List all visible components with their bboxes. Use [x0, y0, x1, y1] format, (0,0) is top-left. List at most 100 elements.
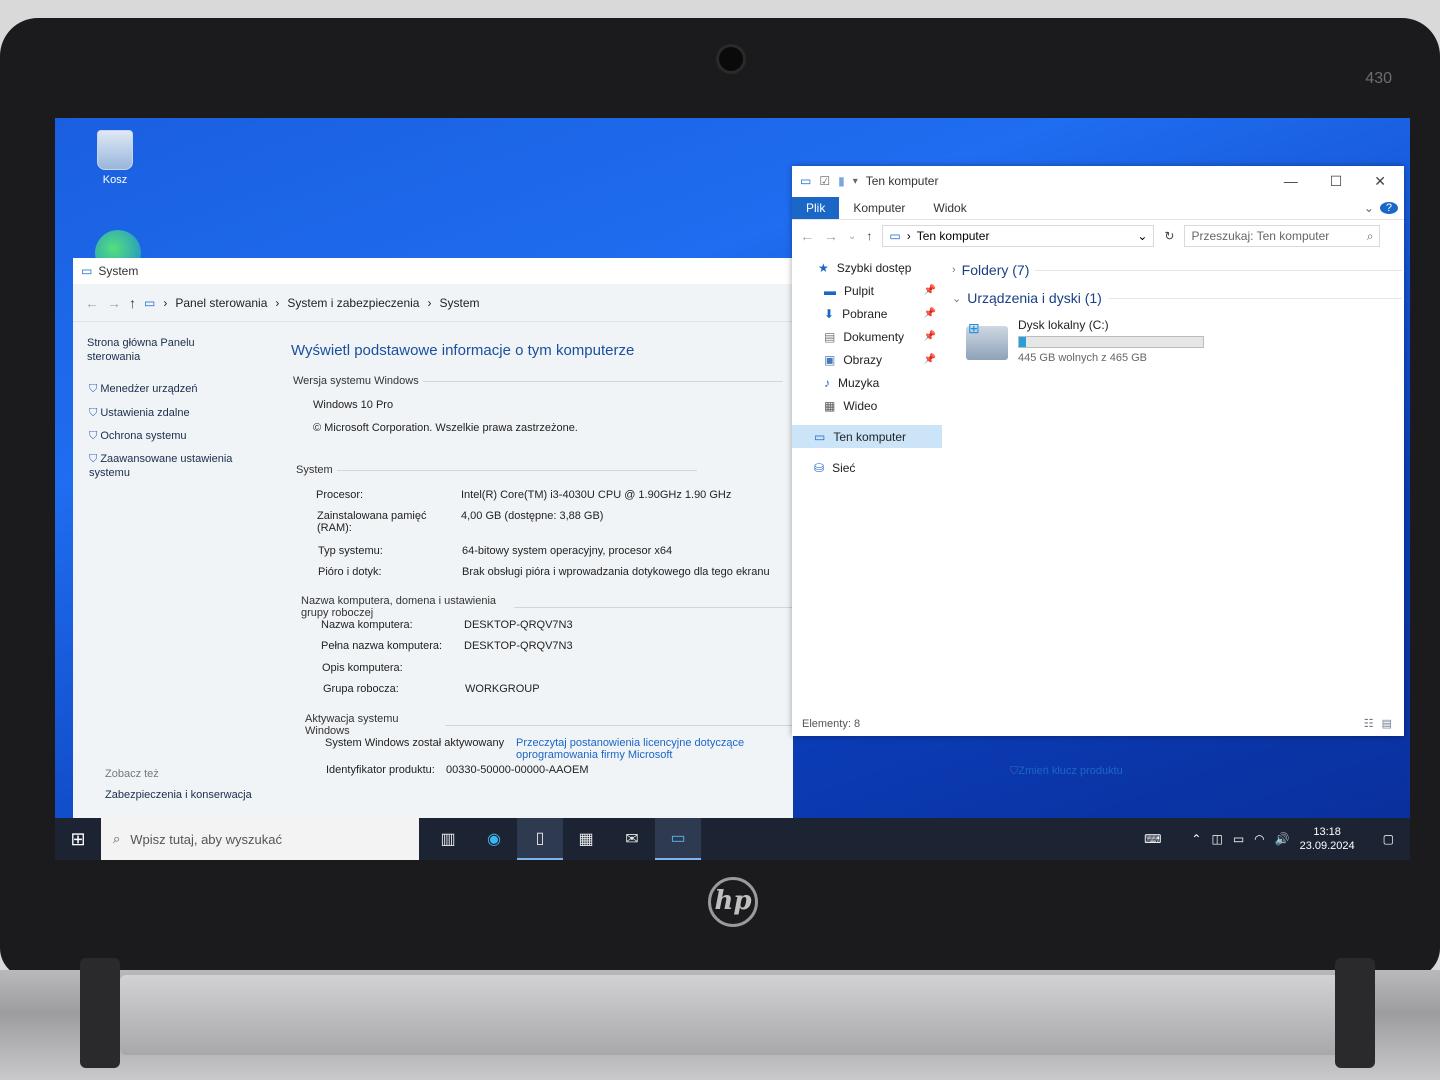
mail-icon: ✉ [625, 831, 639, 848]
nav-music[interactable]: ♪ Muzyka [792, 371, 942, 394]
drive-usage-bar [1018, 336, 1204, 348]
up-button[interactable]: ↑ [129, 295, 136, 311]
system-address-bar: ← → ↑ ▭ › Panel sterowania › System i za… [73, 284, 793, 322]
back-button[interactable]: ← [800, 228, 814, 244]
chevron-down-icon[interactable]: ▾ [853, 176, 858, 187]
expand-ribbon-icon[interactable]: ⌄ [1358, 201, 1380, 215]
back-button[interactable]: ← [85, 295, 99, 311]
screen: Kosz ▭ System ← → ↑ ▭ › Panel sterowania… [55, 118, 1410, 860]
security-maintenance-link[interactable]: Zabezpieczenia i konserwacja [105, 788, 252, 802]
clock-date: 23.09.2024 [1299, 840, 1355, 852]
task-view-button[interactable]: ▥ [425, 818, 471, 860]
tab-file[interactable]: Plik [792, 196, 840, 219]
pen-touch-label: Pióro i dotyk: [318, 566, 382, 578]
address-box[interactable]: ▭ › Ten komputer ⌄ [882, 225, 1155, 247]
system-type-label: Typ systemu: [318, 545, 383, 557]
task-view-icon: ▥ [440, 831, 456, 848]
volume-icon[interactable]: 🔊 [1275, 832, 1290, 846]
details-view-icon[interactable]: ☷ [1364, 717, 1374, 730]
devices-group-header[interactable]: ⌄ Urządzenia i dyski (1) [952, 284, 1402, 312]
large-icons-view-icon[interactable]: ▤ [1382, 717, 1392, 730]
explorer-window: ▭ ☑ ▮ ▾ Ten komputer — ☐ ✕ Plik Komputer… [792, 166, 1404, 736]
remote-settings-link[interactable]: ⛉ Ustawienia zdalne [89, 406, 190, 420]
description-label: Opis komputera: [322, 662, 403, 674]
nav-desktop[interactable]: ▬ Pulpit 📌 [792, 279, 942, 302]
processor-value: Intel(R) Core(TM) i3-4030U CPU @ 1.90GHz… [461, 489, 732, 501]
recent-dropdown-icon[interactable]: ⌄ [848, 231, 856, 242]
nav-videos[interactable]: ▦ Wideo [792, 394, 942, 417]
activation-status: System Windows został aktywowany [325, 737, 505, 749]
edge-button[interactable]: ◉ [471, 818, 517, 860]
change-product-key-link[interactable]: ⛉Zmień klucz produktu [1010, 765, 1123, 778]
mail-button[interactable]: ✉ [609, 818, 655, 860]
shield-icon: ⛉ [89, 407, 101, 419]
explorer-titlebar: ▭ ☑ ▮ ▾ Ten komputer — ☐ ✕ [792, 166, 1404, 196]
show-hidden-icons-button[interactable]: ⌃ [1191, 832, 1201, 846]
edition-section-header: Wersja systemu Windows [293, 375, 783, 387]
notification-icon[interactable]: ▢ [1383, 832, 1394, 846]
search-input[interactable]: Przeszukaj: Ten komputer ⌕ [1184, 225, 1381, 247]
breadcrumb-system[interactable]: System [439, 296, 479, 310]
tab-computer[interactable]: Komputer [839, 197, 919, 219]
system-protection-link[interactable]: ⛉ Ochrona systemu [89, 429, 187, 443]
refresh-icon[interactable]: ↻ [1164, 229, 1174, 243]
workgroup-value: WORKGROUP [465, 683, 540, 695]
advanced-settings-link[interactable]: ⛉ Zaawansowane ustawienia systemu [89, 452, 259, 480]
computer-name-value: DESKTOP-QRQV7N3 [464, 619, 573, 631]
folder-icon: ▯ [535, 830, 545, 847]
nav-network[interactable]: ⛁ Sieć [792, 456, 942, 479]
nav-downloads[interactable]: ⬇ Pobrane 📌 [792, 302, 942, 325]
drive-c[interactable]: ⊞ Dysk lokalny (C:) 445 GB wolnych z 465… [966, 318, 1402, 364]
folders-group-header[interactable]: › Foldery (7) [952, 256, 1402, 284]
search-icon: ⌕ [1366, 228, 1374, 243]
license-terms-link[interactable]: Przeczytaj postanowienia licencyjne doty… [516, 737, 793, 761]
activation-section-header: Aktywacja systemu Windows [305, 713, 793, 737]
file-explorer-button[interactable]: ▯ [517, 818, 563, 860]
computer-name-label: Nazwa komputera: [321, 619, 413, 631]
nav-quick-access[interactable]: ★ Szybki dostęp [792, 256, 942, 279]
wifi-icon[interactable]: ◠ [1254, 832, 1264, 846]
music-icon: ♪ [824, 375, 830, 390]
store-button[interactable]: ▦ [563, 818, 609, 860]
control-panel-home-link[interactable]: Strona główna Panelu sterowania [87, 336, 217, 364]
breadcrumb-control-panel[interactable]: Panel sterowania [175, 296, 267, 310]
product-id-value: 00330-50000-00000-AAOEM [446, 764, 589, 776]
close-button[interactable]: ✕ [1374, 173, 1386, 190]
forward-button[interactable]: → [107, 295, 121, 311]
view-toggle: ☷ ▤ [1364, 717, 1392, 730]
webcam [716, 44, 746, 74]
new-folder-icon[interactable]: ▮ [838, 174, 845, 188]
help-icon[interactable]: ? [1379, 201, 1398, 214]
status-bar: Elementy: 8 [802, 718, 861, 730]
up-button[interactable]: ↑ [866, 229, 872, 243]
keyboard-icon[interactable]: ⌨ [1144, 832, 1161, 846]
computer-name-section-header: Nazwa komputera, domena i ustawienia gru… [301, 595, 793, 619]
minimize-button[interactable]: — [1284, 173, 1298, 190]
maximize-button[interactable]: ☐ [1330, 173, 1343, 190]
forward-button[interactable]: → [824, 228, 838, 244]
computer-icon: ▭ [800, 174, 812, 188]
battery-icon[interactable]: ▭ [1233, 832, 1244, 846]
nav-documents[interactable]: ▤ Dokumenty 📌 [792, 325, 942, 348]
chevron-down-icon: ⌄ [952, 292, 962, 305]
navigation-pane: ★ Szybki dostęp ▬ Pulpit 📌 ⬇ Pobrane 📌 ▤ Dokum… [792, 256, 942, 716]
meet-now-icon[interactable]: ◫ [1211, 832, 1222, 846]
tab-view[interactable]: Widok [919, 197, 980, 219]
breadcrumb-security[interactable]: System i zabezpieczenia [287, 296, 419, 310]
start-button[interactable]: ⊞ [55, 829, 101, 850]
pen-touch-value: Brak obsługi pióra i wprowadzania dotyko… [462, 566, 770, 578]
edition-value: Windows 10 Pro [313, 399, 394, 411]
pin-icon: 📌 [923, 354, 936, 365]
clock[interactable]: 13:18 23.09.2024 [1300, 825, 1355, 853]
control-panel-button[interactable]: ▭ [655, 818, 701, 860]
store-icon: ▦ [578, 831, 594, 848]
nav-this-pc[interactable]: ▭ Ten komputer [792, 425, 942, 448]
hp-logo: hp [708, 877, 758, 927]
drive-free-space: 445 GB wolnych z 465 GB [1018, 352, 1148, 364]
taskbar-search[interactable]: ⌕ Wpisz tutaj, aby wyszukać [101, 818, 419, 860]
address-dropdown-icon[interactable]: ⌄ [1137, 229, 1147, 243]
properties-icon[interactable]: ☑ [819, 174, 830, 188]
nav-pictures[interactable]: ▣ Obrazy 📌 [792, 348, 942, 371]
desktop-icon-recycle-bin[interactable]: Kosz [85, 130, 145, 186]
device-manager-link[interactable]: ⛉ Menedżer urządzeń [89, 382, 198, 396]
